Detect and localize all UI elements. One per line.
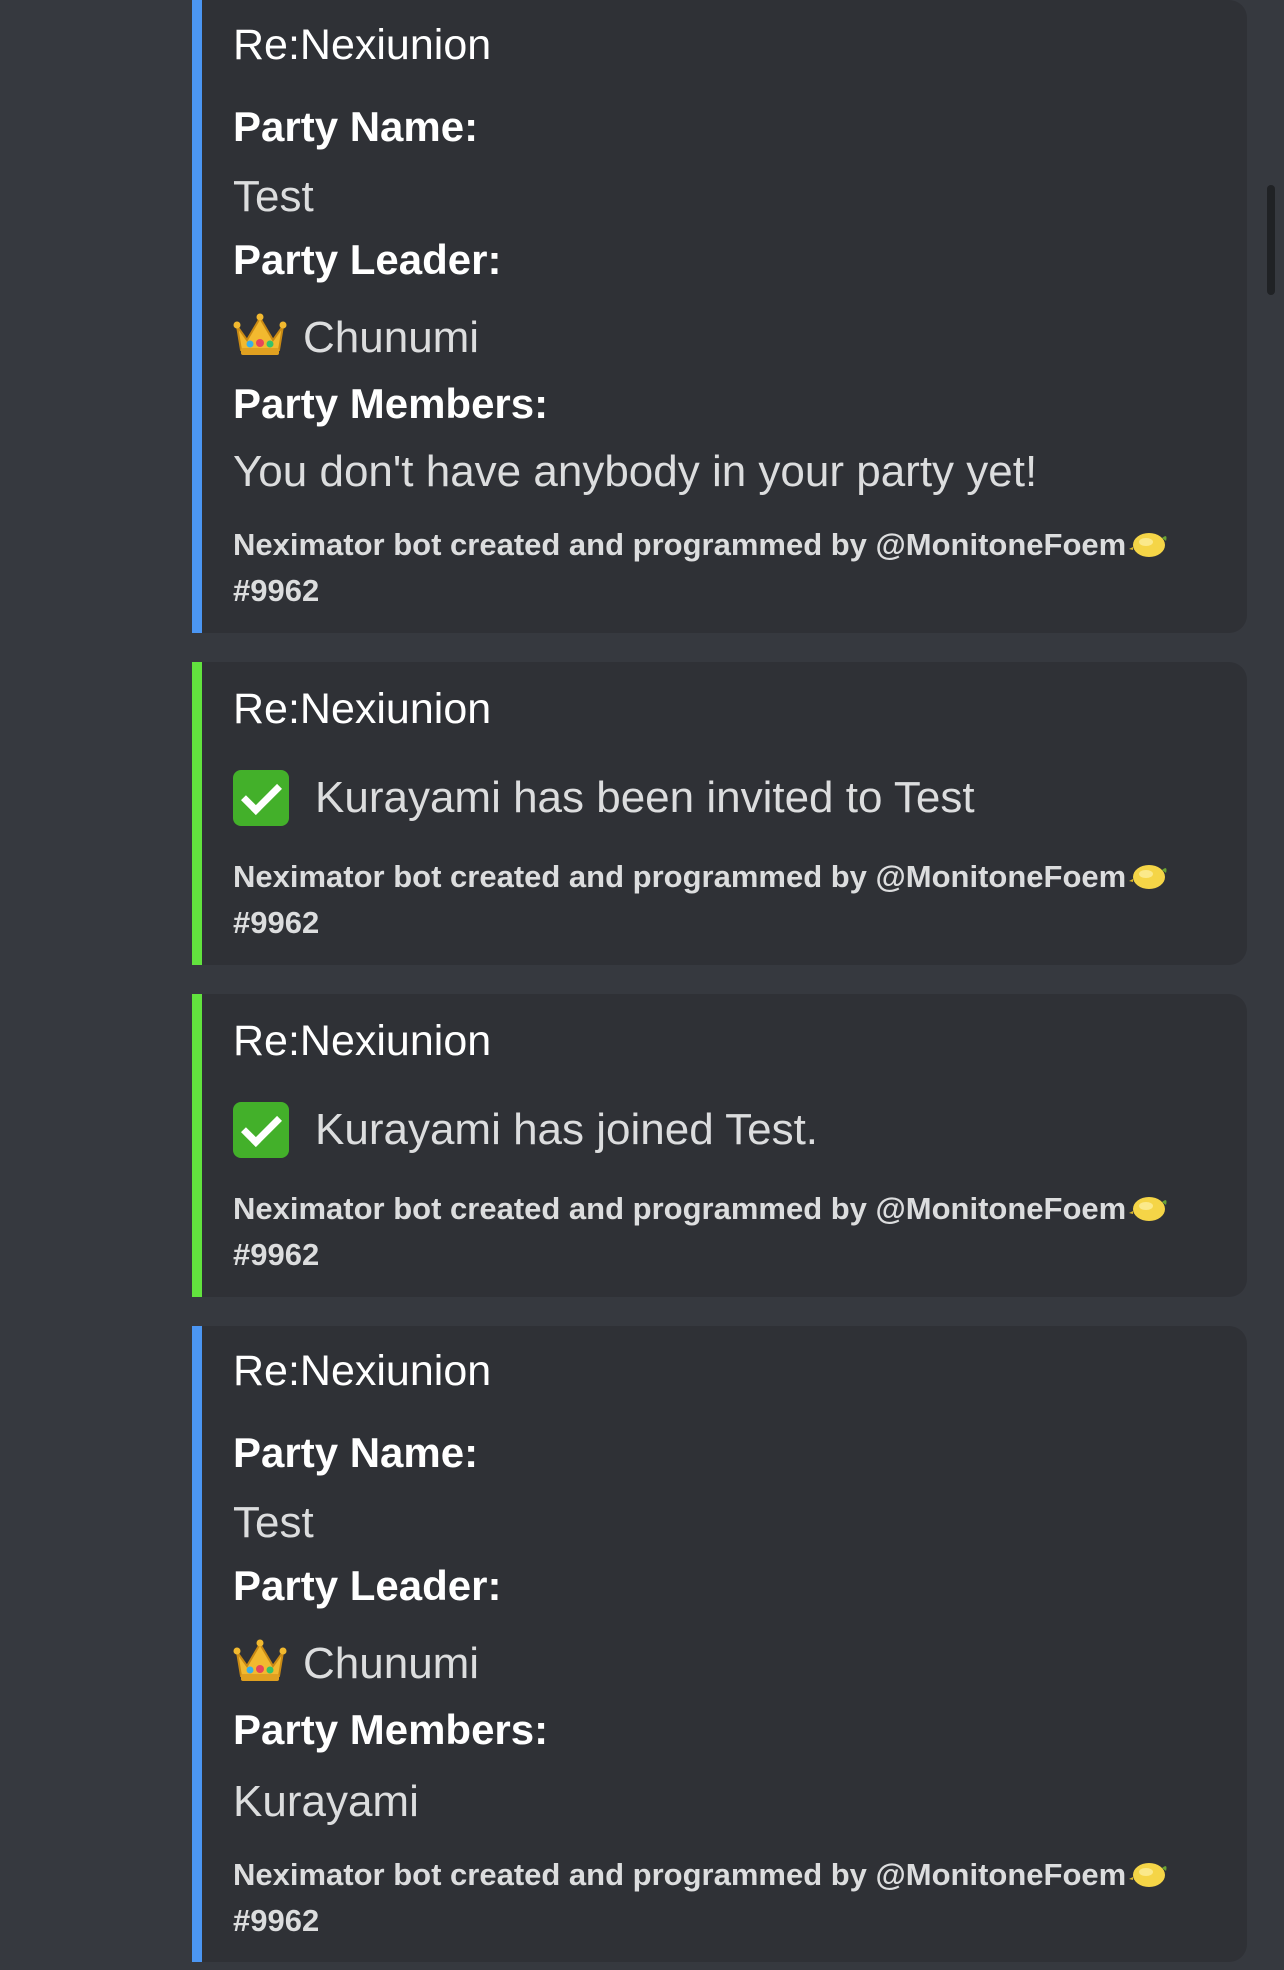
scrollbar-thumb[interactable] [1267,185,1275,295]
field-value-party-leader: Chunumi [233,312,479,360]
crown-icon [233,1638,287,1684]
footer-text: Neximator bot created and programmed by … [233,1857,1127,1892]
embed-description: Kurayami has been invited to Test [233,770,975,826]
embed-title: Re:Nexiunion [233,1347,492,1395]
footer-tag: #9962 [233,905,320,940]
embed-footer: Neximator bot created and programmed by … [233,854,1233,946]
embed-description: Kurayami has joined Test. [233,1102,818,1158]
footer-tag: #9962 [233,573,320,608]
field-value-party-leader: Chunumi [233,1638,479,1686]
description-text: Kurayami has been invited to Test [315,773,975,822]
footer-text: Neximator bot created and programmed by … [233,1191,1127,1226]
field-name-party-leader: Party Leader: [233,1562,502,1609]
embed-invite-notice: Re:Nexiunion Kurayami has been invited t… [192,662,1247,965]
lemon-icon [1128,1859,1168,1889]
field-value-party-name: Test [233,172,314,221]
embed-title: Re:Nexiunion [233,21,492,69]
lemon-icon [1128,529,1168,559]
check-mark-icon [233,1102,289,1158]
embed-title: Re:Nexiunion [233,1017,492,1065]
field-name-party-leader: Party Leader: [233,236,502,283]
field-name-party-name: Party Name: [233,1429,479,1476]
embed-footer: Neximator bot created and programmed by … [233,1852,1233,1944]
description-text: Kurayami has joined Test. [315,1105,819,1154]
embed-party-info: Re:Nexiunion Party Name: Test Party Lead… [192,0,1247,633]
embed-title: Re:Nexiunion [233,685,492,733]
field-value-party-members: Kurayami [233,1777,419,1826]
embed-footer: Neximator bot created and programmed by … [233,1186,1233,1278]
field-name-party-name: Party Name: [233,103,479,150]
crown-icon [233,312,287,358]
footer-text: Neximator bot created and programmed by … [233,859,1127,894]
footer-text: Neximator bot created and programmed by … [233,527,1127,562]
field-name-party-members: Party Members: [233,380,549,427]
embed-join-notice: Re:Nexiunion Kurayami has joined Test. N… [192,994,1247,1297]
embed-footer: Neximator bot created and programmed by … [233,522,1233,614]
footer-tag: #9962 [233,1903,320,1938]
party-leader-name: Chunumi [303,1639,480,1688]
lemon-icon [1128,861,1168,891]
embed-party-info: Re:Nexiunion Party Name: Test Party Lead… [192,1326,1247,1962]
party-leader-name: Chunumi [303,313,480,362]
footer-tag: #9962 [233,1237,320,1272]
lemon-icon [1128,1193,1168,1223]
field-value-party-name: Test [233,1498,314,1547]
field-value-party-members: You don't have anybody in your party yet… [233,447,1038,496]
field-name-party-members: Party Members: [233,1706,549,1753]
check-mark-icon [233,770,289,826]
